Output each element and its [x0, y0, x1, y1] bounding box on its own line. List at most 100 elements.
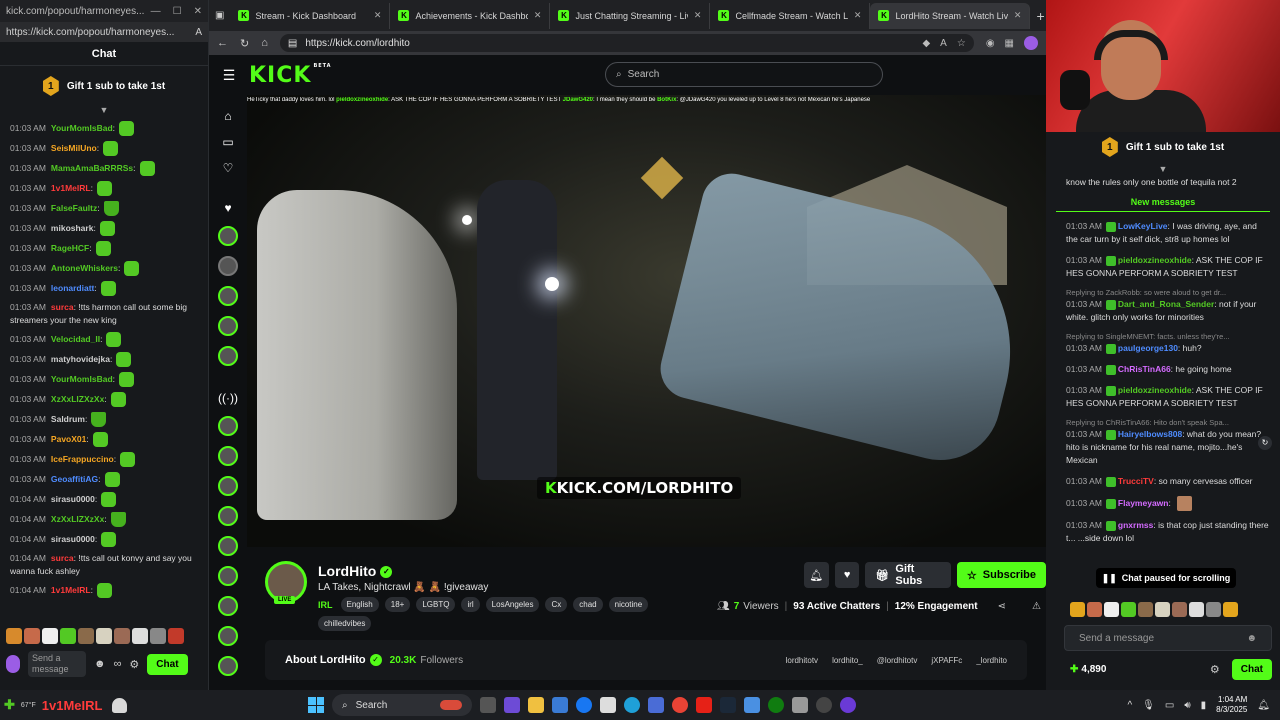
- steam-icon[interactable]: [720, 697, 736, 713]
- chat-message-input[interactable]: Send a message ☻: [1064, 625, 1272, 651]
- message-username[interactable]: IceFrappuccino: [51, 454, 114, 464]
- browser-tab[interactable]: K Just Chatting Streaming - Live Str... ✕: [550, 2, 711, 29]
- recommended-channel-avatar[interactable]: [218, 596, 238, 616]
- followed-channel-avatar[interactable]: [218, 316, 238, 336]
- report-icon[interactable]: ⚠: [1032, 601, 1041, 612]
- kick-logo[interactable]: KICK BETA: [249, 63, 332, 88]
- emote-icon[interactable]: [60, 628, 76, 644]
- gift-subs-button[interactable]: 🎁︎ Gift Subs: [865, 562, 951, 588]
- message-username[interactable]: surca: [51, 553, 74, 563]
- read-aloud-icon[interactable]: A: [195, 27, 202, 38]
- message-username[interactable]: 1v1MeIRL: [51, 585, 91, 595]
- close-tab-icon[interactable]: ✕: [694, 10, 702, 21]
- taskbar-search[interactable]: ⌕ Search: [332, 694, 472, 716]
- message-username[interactable]: Dart_and_Rona_Sender: [1118, 299, 1214, 309]
- close-tab-icon[interactable]: ✕: [1014, 10, 1022, 21]
- recommended-channel-avatar[interactable]: [218, 446, 238, 466]
- maximize-icon[interactable]: ☐: [173, 6, 182, 17]
- file-explorer-icon[interactable]: [528, 697, 544, 713]
- recommended-channel-avatar[interactable]: [218, 416, 238, 436]
- message-username[interactable]: GeoaffitiAG: [51, 474, 98, 484]
- reply-context[interactable]: Replying to SingleMNEMT: facts. unless t…: [1066, 332, 1270, 341]
- emote-icon[interactable]: [1104, 602, 1119, 617]
- streamer-name[interactable]: LordHito ✓: [318, 563, 393, 579]
- notification-bell-icon[interactable]: 🔔︎: [804, 562, 829, 588]
- calculator-icon[interactable]: [648, 697, 664, 713]
- emoji-icon[interactable]: ☻: [94, 658, 106, 670]
- photos-icon[interactable]: [792, 697, 808, 713]
- emote-icon[interactable]: [1206, 602, 1221, 617]
- channel-points[interactable]: ✚ 4,890: [1070, 664, 1106, 675]
- back-icon[interactable]: ←: [217, 37, 228, 49]
- search-input[interactable]: ⌕ Search: [605, 62, 883, 87]
- amazon-icon[interactable]: [600, 697, 616, 713]
- browser-tab[interactable]: K Achievements - Kick Dashboard ✕: [390, 2, 551, 29]
- tab-actions-icon[interactable]: ▣: [215, 8, 224, 24]
- message-username[interactable]: PavoX01: [51, 434, 86, 444]
- infinity-icon[interactable]: ∞: [114, 658, 122, 670]
- recommended-channel-avatar[interactable]: [218, 476, 238, 496]
- extensions-icon[interactable]: ▦: [1005, 38, 1014, 49]
- emote-icon[interactable]: [1087, 602, 1102, 617]
- recommended-channel-avatar[interactable]: [218, 536, 238, 556]
- message-username[interactable]: XzXxLIZXzXx: [51, 394, 104, 404]
- heart-icon[interactable]: ♥: [224, 200, 231, 216]
- emote-icon[interactable]: [42, 628, 58, 644]
- reload-icon[interactable]: ↻: [240, 37, 249, 50]
- tray-mic-icon[interactable]: 🎙︎: [1142, 700, 1155, 711]
- message-username[interactable]: matyhovidejka: [51, 354, 110, 364]
- followed-channel-avatar[interactable]: [218, 226, 238, 246]
- github-icon[interactable]: [816, 697, 832, 713]
- message-username[interactable]: Velocidad_II: [51, 334, 100, 344]
- chat-send-button[interactable]: Chat: [1231, 658, 1272, 680]
- volume-icon[interactable]: 🔊︎: [1184, 700, 1190, 711]
- popout-address-bar[interactable]: https://kick.com/popout/harmoneyes... A: [0, 22, 208, 42]
- browser-tab[interactable]: K Cellfmade Stream - Watch Li... ✕: [710, 2, 871, 29]
- emote-icon[interactable]: [78, 628, 94, 644]
- url-field[interactable]: ▤ https://kick.com/lordhito ◆ A ☆: [279, 34, 974, 52]
- message-username[interactable]: SeisMilUno: [51, 143, 97, 153]
- emote-icon[interactable]: [1223, 602, 1238, 617]
- popout-url[interactable]: https://kick.com/popout/harmoneyes...: [6, 27, 191, 38]
- collections-icon[interactable]: ◉: [986, 38, 995, 49]
- obs-icon[interactable]: [840, 697, 856, 713]
- gear-icon[interactable]: ⚙: [129, 658, 139, 671]
- browser-tab[interactable]: K Stream - Kick Dashboard ✕: [230, 2, 391, 29]
- stream-tag[interactable]: Cx: [545, 597, 568, 612]
- home-icon[interactable]: ⌂: [224, 108, 231, 124]
- close-icon[interactable]: ✕: [194, 6, 202, 17]
- emote-icon[interactable]: [96, 628, 112, 644]
- close-tab-icon[interactable]: ✕: [534, 10, 542, 21]
- emote-icon[interactable]: [1172, 602, 1187, 617]
- browse-icon[interactable]: ▭: [222, 134, 233, 150]
- recommended-channel-avatar[interactable]: [218, 506, 238, 526]
- gift-leaderboard[interactable]: 1 Gift 1 sub to take 1st: [1046, 136, 1280, 158]
- emote-icon[interactable]: [1121, 602, 1136, 617]
- message-username[interactable]: Flaymeyawn: [1118, 498, 1169, 508]
- gear-icon[interactable]: ⚙: [1210, 663, 1220, 676]
- follow-heart-icon[interactable]: ♥: [834, 562, 860, 588]
- minimize-icon[interactable]: —: [151, 6, 161, 17]
- favorite-star-icon[interactable]: ☆: [957, 38, 966, 49]
- battery-icon[interactable]: ▮: [1201, 700, 1207, 711]
- scroll-to-bottom-icon[interactable]: ↻: [1258, 436, 1272, 450]
- windows-start-icon[interactable]: [308, 697, 324, 713]
- notification-icon[interactable]: 🔔︎: [1257, 700, 1270, 711]
- subscribe-button[interactable]: ☆ Subscribe: [956, 562, 1046, 588]
- emote-icon[interactable]: [168, 628, 184, 644]
- message-username[interactable]: gnxrmss: [1118, 520, 1153, 530]
- message-username[interactable]: mikoshark: [51, 223, 94, 233]
- read-aloud-icon[interactable]: A: [940, 38, 947, 49]
- chat-paused-banner[interactable]: ❚❚ Chat paused for scrolling: [1096, 568, 1236, 588]
- stream-tag[interactable]: chad: [573, 597, 603, 612]
- following-icon[interactable]: ♡: [223, 160, 234, 176]
- taskbar-widgets[interactable]: ✚ 67°F 1v1MeIRL: [4, 690, 128, 720]
- stream-tag[interactable]: LosAngeles: [485, 597, 540, 612]
- message-username[interactable]: YourMomIsBad: [51, 374, 113, 384]
- edge-icon[interactable]: [624, 697, 640, 713]
- filter-icon[interactable]: ▼: [1046, 165, 1280, 175]
- app-icon[interactable]: [744, 697, 760, 713]
- youtube-icon[interactable]: [696, 697, 712, 713]
- xbox-icon[interactable]: [768, 697, 784, 713]
- social-link[interactable]: _lordhito: [976, 656, 1007, 665]
